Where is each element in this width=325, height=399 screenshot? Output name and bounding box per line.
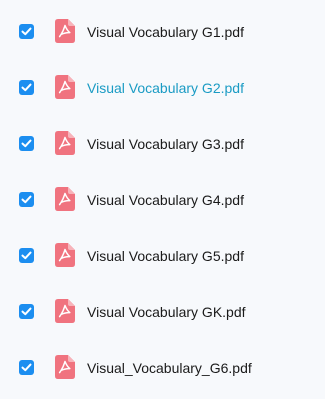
checkbox-checked[interactable] — [19, 248, 34, 263]
file-row[interactable]: Visual Vocabulary G1.pdf — [0, 4, 325, 60]
checkbox-checked[interactable] — [19, 360, 34, 375]
file-row[interactable]: Visual Vocabulary G3.pdf — [0, 116, 325, 172]
file-row[interactable]: Visual Vocabulary G4.pdf — [0, 172, 325, 228]
file-row[interactable]: Visual Vocabulary G5.pdf — [0, 228, 325, 284]
checkmark-icon — [21, 83, 32, 92]
file-name[interactable]: Visual Vocabulary G5.pdf — [87, 247, 244, 265]
file-row[interactable]: Visual_Vocabulary_G6.pdf — [0, 340, 325, 396]
pdf-icon — [55, 75, 75, 99]
file-name[interactable]: Visual Vocabulary G4.pdf — [87, 191, 244, 209]
pdf-icon — [55, 355, 75, 379]
file-list: Visual Vocabulary G1.pdf Visual Vocabula… — [0, 0, 325, 399]
checkbox-checked[interactable] — [19, 304, 34, 319]
file-name[interactable]: Visual Vocabulary G3.pdf — [87, 135, 244, 153]
pdf-icon — [55, 19, 75, 43]
file-name[interactable]: Visual Vocabulary G2.pdf — [87, 79, 244, 97]
checkbox-checked[interactable] — [19, 80, 34, 95]
pdf-icon — [55, 299, 75, 323]
checkmark-icon — [21, 251, 32, 260]
file-name[interactable]: Visual Vocabulary G1.pdf — [87, 23, 244, 41]
checkbox-checked[interactable] — [19, 136, 34, 151]
file-row[interactable]: Visual Vocabulary G2.pdf — [0, 60, 325, 116]
pdf-icon — [55, 131, 75, 155]
checkbox-checked[interactable] — [19, 192, 34, 207]
file-name[interactable]: Visual Vocabulary GK.pdf — [87, 303, 246, 321]
checkmark-icon — [21, 27, 32, 36]
pdf-icon — [55, 187, 75, 211]
checkmark-icon — [21, 139, 32, 148]
pdf-icon — [55, 243, 75, 267]
checkmark-icon — [21, 307, 32, 316]
checkbox-checked[interactable] — [19, 24, 34, 39]
checkmark-icon — [21, 363, 32, 372]
file-row[interactable]: Visual Vocabulary GK.pdf — [0, 284, 325, 340]
checkmark-icon — [21, 195, 32, 204]
file-name[interactable]: Visual_Vocabulary_G6.pdf — [87, 359, 252, 377]
